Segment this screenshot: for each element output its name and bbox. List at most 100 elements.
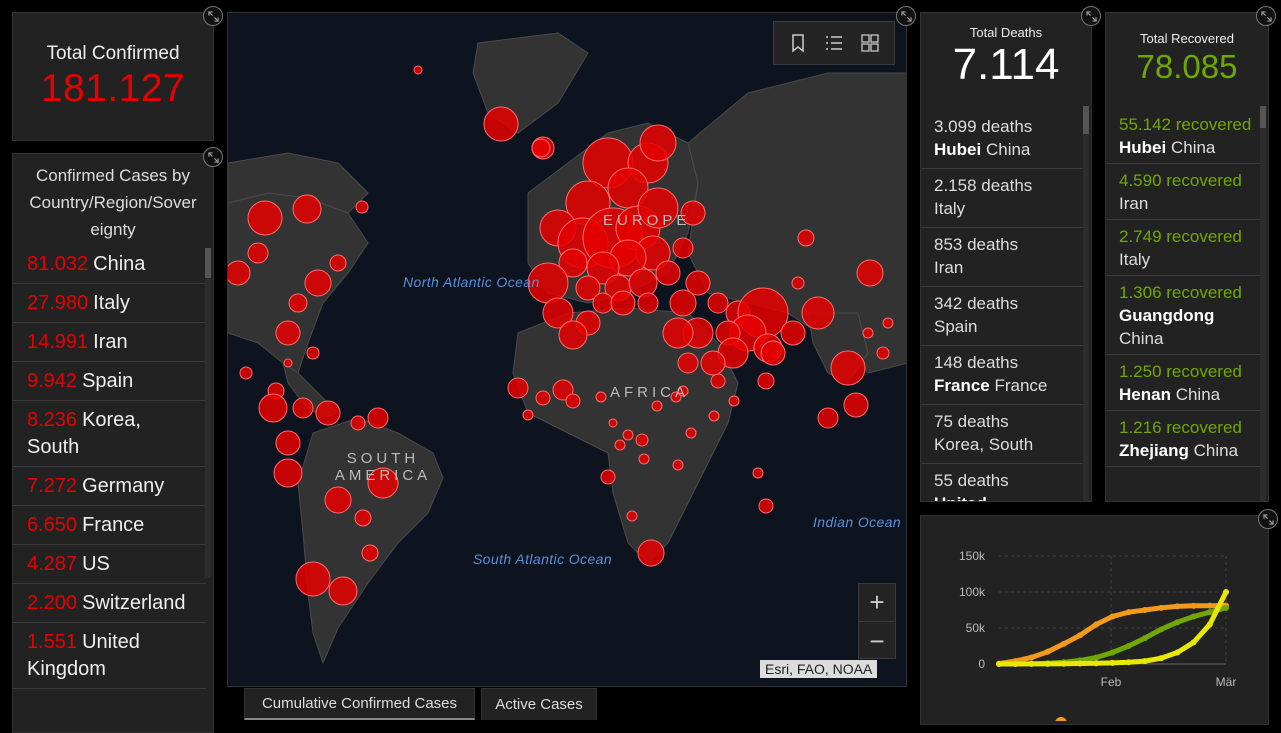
expand-icon[interactable] <box>203 6 223 26</box>
bookmark-icon[interactable] <box>788 33 808 53</box>
country-list-item[interactable]: 4.287 US <box>13 545 206 584</box>
case-bubble[interactable] <box>728 395 740 407</box>
case-bubble[interactable] <box>622 429 634 441</box>
case-bubble[interactable] <box>856 259 884 287</box>
case-bubble[interactable] <box>672 237 694 259</box>
case-bubble[interactable] <box>275 430 301 456</box>
case-bubble[interactable] <box>600 469 616 485</box>
case-bubble[interactable] <box>354 509 372 527</box>
case-bubble[interactable] <box>531 138 551 158</box>
case-bubble[interactable] <box>614 439 626 451</box>
recovered-list-item[interactable]: 55.142 recovered Hubei China <box>1106 108 1260 164</box>
case-bubble[interactable] <box>592 292 614 314</box>
tab-active-cases[interactable]: Active Cases <box>481 688 597 720</box>
case-bubble[interactable] <box>535 390 551 406</box>
legend-list-icon[interactable] <box>824 33 844 53</box>
deaths-list-item[interactable]: 148 deaths France France <box>921 346 1083 405</box>
case-bubble[interactable] <box>651 400 663 412</box>
deaths-list-item[interactable]: 342 deaths Spain <box>921 287 1083 346</box>
case-bubble[interactable] <box>315 400 341 426</box>
country-list-item[interactable]: 6.650 France <box>13 506 206 545</box>
recovered-list-item[interactable]: 2.749 recovered Italy <box>1106 220 1260 276</box>
case-bubble[interactable] <box>367 407 389 429</box>
country-list-item[interactable]: 2.200 Switzerland <box>13 584 206 623</box>
case-bubble[interactable] <box>662 317 694 349</box>
case-bubble[interactable] <box>817 407 839 429</box>
world-map[interactable]: North Atlantic Ocean South Atlantic Ocea… <box>227 12 907 687</box>
country-list-item[interactable]: 7.272 Germany <box>13 467 206 506</box>
case-bubble[interactable] <box>710 373 726 389</box>
case-bubble[interactable] <box>239 366 253 380</box>
country-list-item[interactable]: 1.551 United Kingdom <box>13 623 206 689</box>
case-bubble[interactable] <box>677 352 699 374</box>
expand-icon[interactable] <box>896 6 916 26</box>
case-bubble[interactable] <box>329 254 347 272</box>
case-bubble[interactable] <box>637 539 665 567</box>
case-bubble[interactable] <box>843 392 869 418</box>
deaths-list-item[interactable]: 75 deaths Korea, South <box>921 405 1083 464</box>
case-bubble[interactable] <box>638 453 650 465</box>
case-bubble[interactable] <box>797 229 815 247</box>
case-bubble[interactable] <box>295 561 331 597</box>
recovered-list-item[interactable]: 1.250 recovered Henan China <box>1106 355 1260 411</box>
deaths-list-item[interactable]: 3.099 deaths Hubei China <box>921 110 1083 169</box>
case-bubble[interactable] <box>672 459 684 471</box>
case-bubble[interactable] <box>610 290 636 316</box>
case-bubble[interactable] <box>757 372 775 390</box>
case-bubble[interactable] <box>273 458 303 488</box>
case-bubble[interactable] <box>558 320 588 350</box>
expand-icon[interactable] <box>203 147 223 167</box>
expand-icon[interactable] <box>1256 6 1276 26</box>
case-bubble[interactable] <box>595 391 607 403</box>
recovered-list-item[interactable]: 1.216 recovered Zhejiang China <box>1106 411 1260 467</box>
case-bubble[interactable] <box>635 433 649 447</box>
case-bubble[interactable] <box>830 350 866 386</box>
case-bubble[interactable] <box>707 292 729 314</box>
case-bubble[interactable] <box>758 498 774 514</box>
case-bubble[interactable] <box>708 410 720 422</box>
country-list-scrollbar[interactable] <box>205 248 211 578</box>
case-bubble[interactable] <box>355 200 369 214</box>
case-bubble[interactable] <box>413 65 423 75</box>
case-bubble[interactable] <box>760 340 786 366</box>
case-bubble[interactable] <box>328 576 358 606</box>
country-list-item[interactable]: 9.942 Spain <box>13 362 206 401</box>
case-bubble[interactable] <box>637 292 659 314</box>
country-list-item[interactable]: 14.991 Iran <box>13 323 206 362</box>
deaths-list-item[interactable]: 55 deaths United <box>921 464 1083 501</box>
case-bubble[interactable] <box>780 320 806 346</box>
deaths-list-item[interactable]: 2.158 deaths Italy <box>921 169 1083 228</box>
recovered-scrollbar[interactable] <box>1260 106 1266 501</box>
case-bubble[interactable] <box>304 269 332 297</box>
recovered-list-item[interactable]: 4.590 recovered Iran <box>1106 164 1260 220</box>
zoom-in-button[interactable]: + <box>859 584 895 622</box>
recovered-list-item[interactable]: 1.306 recovered Guangdong China <box>1106 276 1260 355</box>
tab-cumulative-confirmed[interactable]: Cumulative Confirmed Cases <box>244 688 475 720</box>
case-bubble[interactable] <box>258 393 288 423</box>
deaths-scrollbar[interactable] <box>1083 106 1089 501</box>
case-bubble[interactable] <box>288 293 308 313</box>
case-bubble[interactable] <box>700 350 726 376</box>
case-bubble[interactable] <box>292 194 322 224</box>
deaths-list-item[interactable]: 853 deaths Iran <box>921 228 1083 287</box>
case-bubble[interactable] <box>752 467 764 479</box>
case-bubble[interactable] <box>483 106 519 142</box>
case-bubble[interactable] <box>685 270 711 296</box>
case-bubble[interactable] <box>350 415 366 431</box>
country-list-item[interactable]: 8.236 Korea, South <box>13 401 206 467</box>
case-bubble[interactable] <box>791 276 805 290</box>
case-bubble[interactable] <box>522 409 534 421</box>
case-bubble[interactable] <box>306 346 320 360</box>
case-bubble[interactable] <box>283 358 293 368</box>
case-bubble[interactable] <box>228 260 251 286</box>
case-bubble[interactable] <box>247 242 269 264</box>
case-bubble[interactable] <box>275 320 301 346</box>
country-list-item[interactable]: 81.032 China <box>13 245 206 284</box>
case-bubble[interactable] <box>324 486 352 514</box>
zoom-out-button[interactable]: − <box>859 622 895 660</box>
case-bubble[interactable] <box>565 393 581 409</box>
case-bubble[interactable] <box>801 296 835 330</box>
case-bubble[interactable] <box>507 377 529 399</box>
case-bubble[interactable] <box>626 510 638 522</box>
case-bubble[interactable] <box>247 200 283 236</box>
